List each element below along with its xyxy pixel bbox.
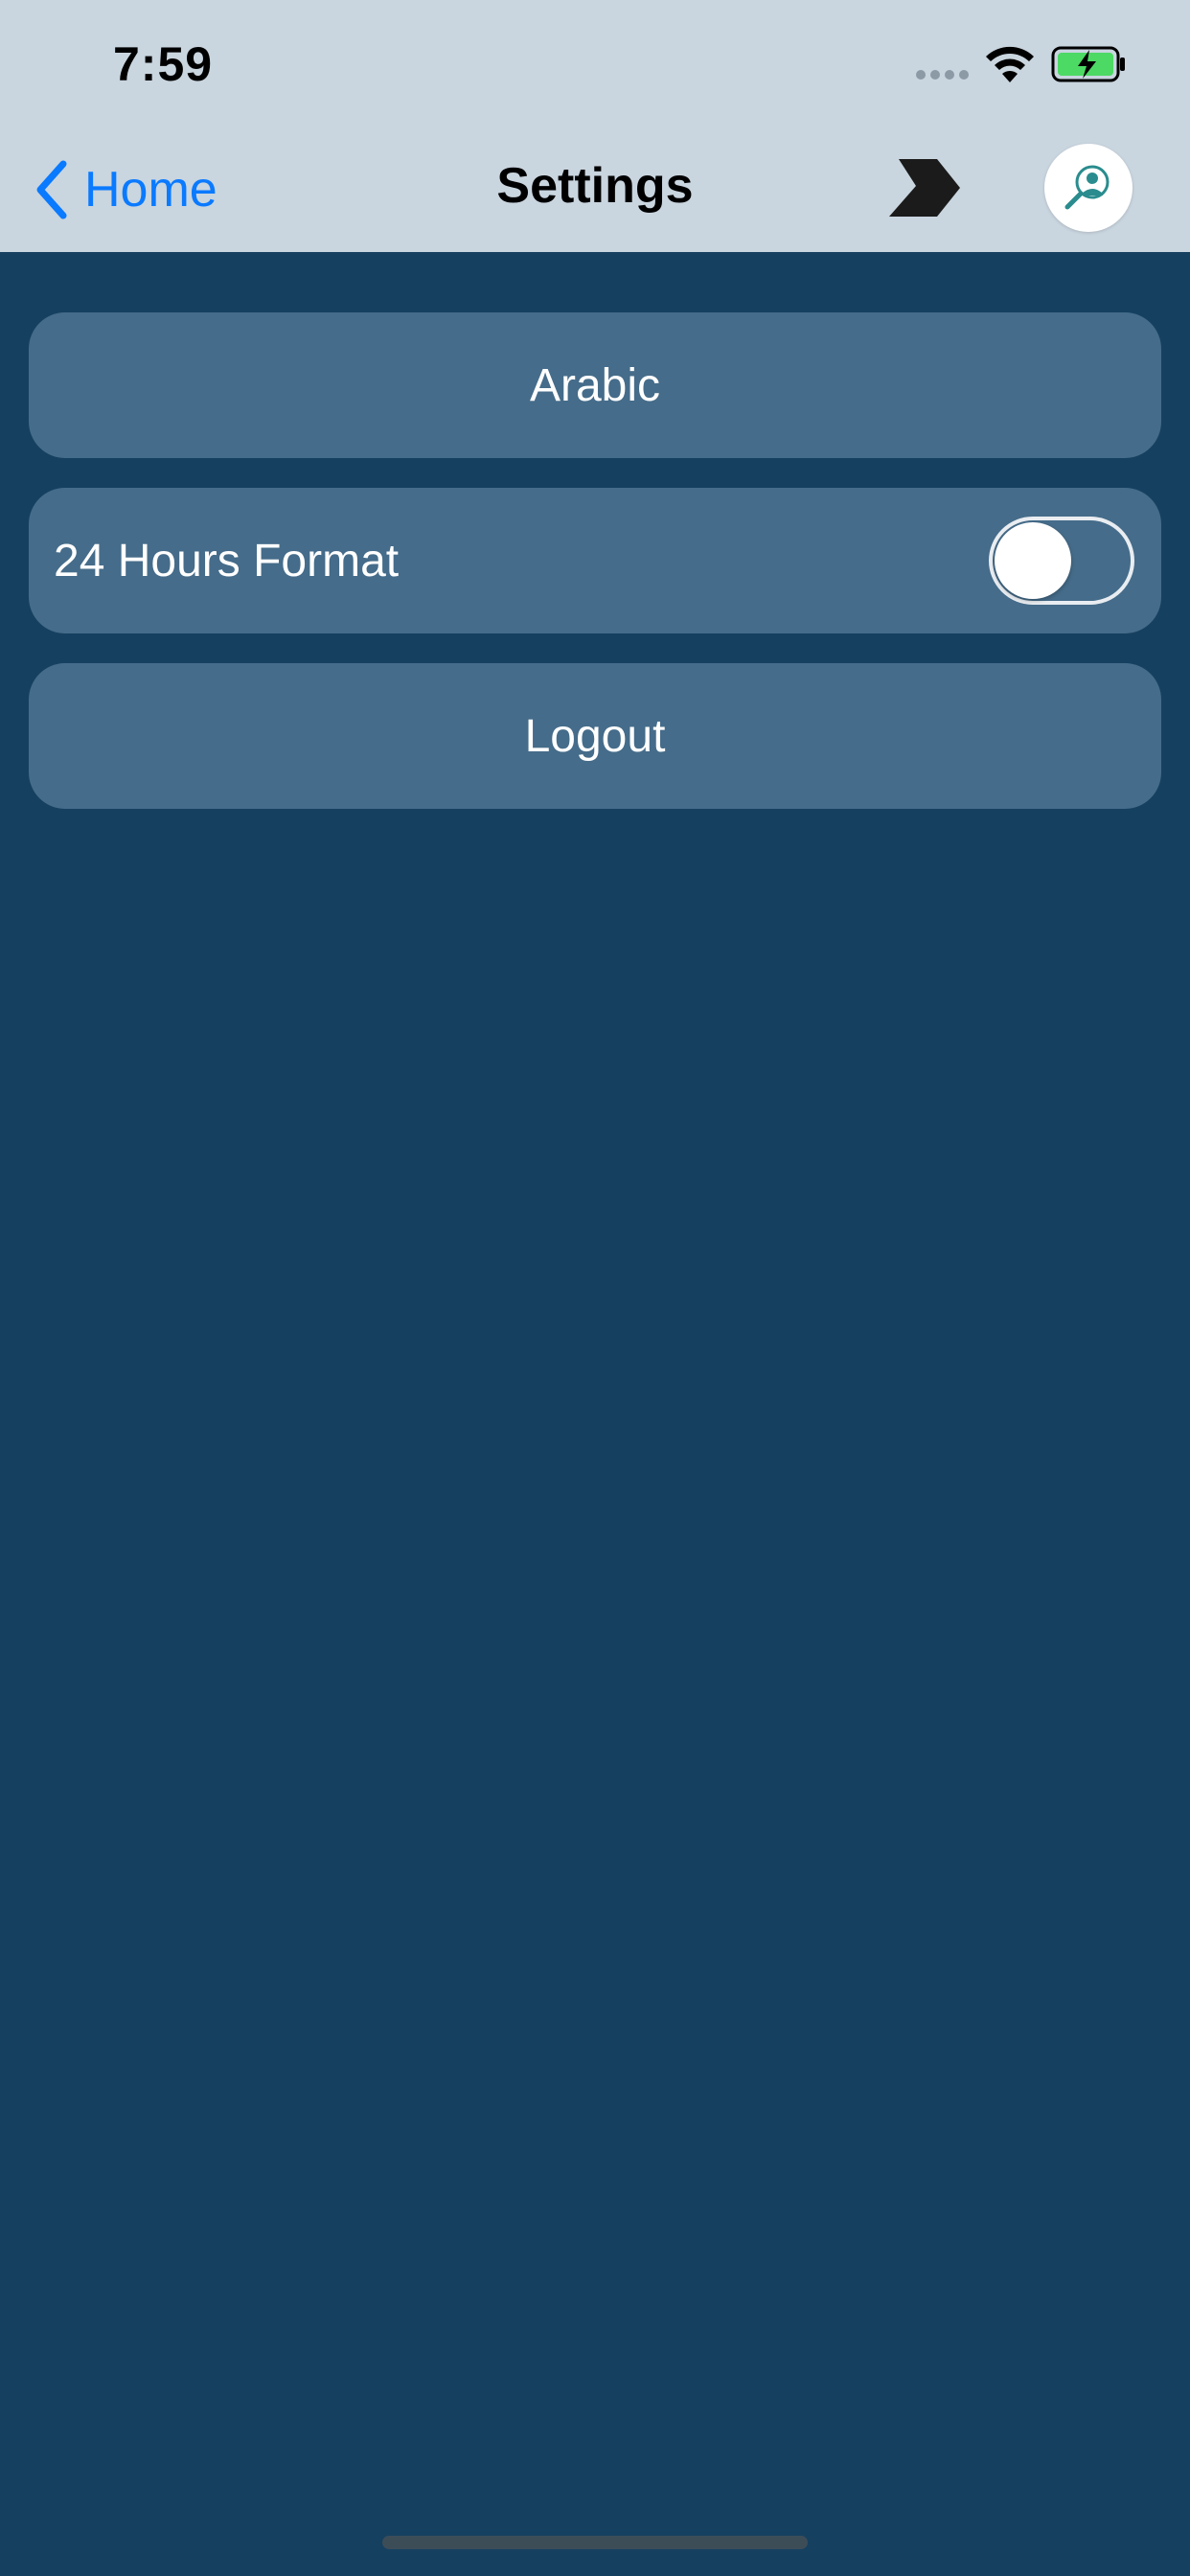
arabic-language-label: Arabic bbox=[529, 359, 661, 411]
toggle-knob bbox=[995, 522, 1071, 599]
page-title: Settings bbox=[496, 158, 694, 214]
avatar[interactable] bbox=[1044, 144, 1133, 232]
logout-button[interactable]: Logout bbox=[29, 663, 1161, 809]
avatar-icon bbox=[1064, 165, 1110, 210]
home-indicator bbox=[382, 2536, 808, 2549]
time-format-row: 24 Hours Format bbox=[29, 488, 1161, 633]
arabic-language-button[interactable]: Arabic bbox=[29, 312, 1161, 458]
back-button-label: Home bbox=[84, 162, 217, 218]
battery-charging-icon bbox=[1051, 46, 1125, 82]
cellular-signal-icon bbox=[916, 70, 970, 81]
time-format-label: 24 Hours Format bbox=[54, 535, 400, 586]
bookmark-icon[interactable] bbox=[885, 157, 962, 218]
navigation-bar: 7:59 Home Settings bbox=[0, 0, 1190, 252]
status-time: 7:59 bbox=[113, 37, 214, 91]
back-button[interactable]: Home bbox=[33, 153, 217, 226]
time-format-toggle[interactable] bbox=[989, 517, 1134, 605]
chevron-left-icon bbox=[36, 160, 67, 219]
logout-label: Logout bbox=[524, 710, 666, 762]
wifi-icon bbox=[986, 46, 1034, 82]
